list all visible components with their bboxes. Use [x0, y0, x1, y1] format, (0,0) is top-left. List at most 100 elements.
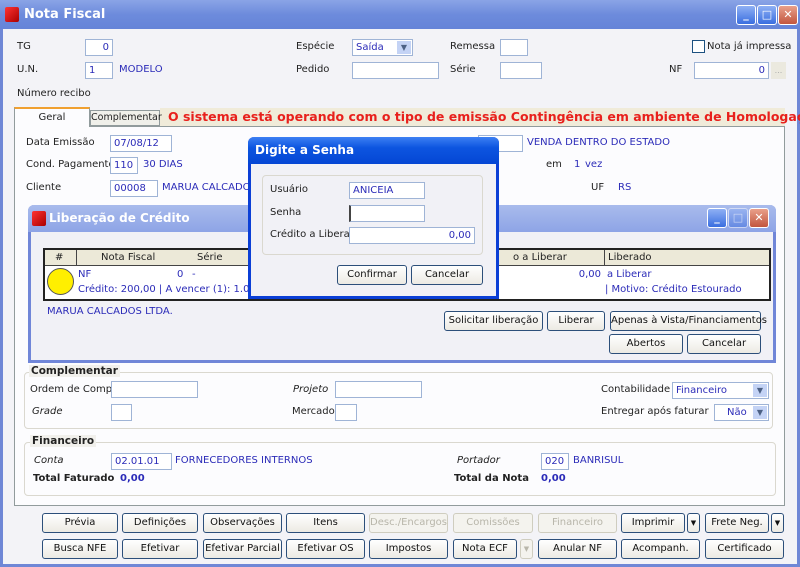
financeiro-title: Financeiro — [30, 435, 97, 447]
remessa-input[interactable] — [500, 39, 528, 56]
imprimir-dropdown-icon[interactable]: ▼ — [687, 513, 700, 533]
usuario-input[interactable]: ANICEIA — [349, 182, 425, 199]
liberacao-cancelar-button[interactable]: Cancelar — [687, 334, 761, 354]
portador-input[interactable]: 020 — [541, 453, 569, 470]
minimize-button[interactable]: _ — [736, 5, 756, 25]
frete-dropdown-icon[interactable]: ▼ — [771, 513, 784, 533]
tg-input[interactable]: 0 — [85, 39, 113, 56]
liberacao-maximize-button[interactable]: □ — [728, 208, 748, 228]
conta-name: FORNECEDORES INTERNOS — [175, 455, 313, 466]
uf-value: RS — [618, 182, 632, 193]
efetivar-parcial-button[interactable]: Efetivar Parcial — [203, 539, 282, 559]
pedido-input[interactable] — [352, 62, 439, 79]
mercado-input[interactable] — [335, 404, 357, 421]
senha-input[interactable] — [349, 205, 425, 222]
nf-lookup-button[interactable]: ... — [771, 62, 786, 79]
tab-geral[interactable]: Geral — [14, 107, 90, 127]
credito-liberar-input[interactable]: 0,00 — [349, 227, 475, 244]
senha-label: Senha — [270, 207, 302, 218]
nota-ecf-button[interactable]: Nota ECF — [453, 539, 517, 559]
imprimir-button[interactable]: Imprimir — [621, 513, 685, 533]
tg-label: TG — [17, 41, 31, 52]
contabilidade-value: Financeiro — [676, 385, 728, 396]
entregar-select[interactable]: Não ▼ — [714, 404, 769, 421]
vezes-value: 1 — [574, 159, 581, 170]
contabilidade-label: Contabilidade — [601, 384, 671, 395]
senha-title: Digite a Senha — [255, 143, 355, 157]
total-nota-value: 0,00 — [541, 473, 566, 484]
busca-nfe-button[interactable]: Busca NFE — [42, 539, 118, 559]
itens-button[interactable]: Itens — [286, 513, 365, 533]
efetivar-button[interactable]: Efetivar — [122, 539, 198, 559]
window-title: Nota Fiscal — [24, 7, 106, 22]
portador-name: BANRISUL — [573, 455, 624, 466]
col-nota-fiscal: Nota Fiscal — [101, 252, 156, 263]
contingencia-warning: O sistema está operando com o tipo de em… — [168, 109, 800, 124]
previa-button[interactable]: Prévia — [42, 513, 118, 533]
vez-label: vez — [585, 159, 603, 170]
acompanh-button[interactable]: Acompanh. — [621, 539, 700, 559]
title-bar[interactable]: Nota Fiscal _ □ ✕ — [0, 0, 800, 29]
nota-ecf-dropdown-icon[interactable]: ▼ — [520, 539, 533, 559]
un-input[interactable]: 1 — [85, 62, 113, 79]
usuario-label: Usuário — [270, 184, 309, 195]
total-nota-label: Total da Nota — [454, 473, 529, 484]
nota-impressa-label: Nota já impressa — [707, 41, 792, 52]
mercado-label: Mercado — [292, 406, 335, 417]
remessa-label: Remessa — [450, 41, 496, 52]
row-motivo: | Motivo: Crédito Estourado — [605, 284, 742, 295]
total-faturado-label: Total Faturado — [33, 473, 115, 484]
serie-input[interactable] — [500, 62, 542, 79]
grade-label: Grade — [32, 406, 63, 417]
credito-liberar-label: Crédito a Liberar — [270, 229, 354, 240]
especie-select[interactable]: Saída ▼ — [352, 39, 413, 56]
projeto-label: Projeto — [293, 384, 329, 395]
portador-label: Portador — [457, 455, 500, 466]
entregar-value: Não — [727, 407, 747, 418]
data-emissao-input[interactable]: 07/08/12 — [110, 135, 172, 152]
definicoes-button[interactable]: Definições — [122, 513, 198, 533]
impostos-button[interactable]: Impostos — [369, 539, 448, 559]
comissoes-button[interactable]: Comissões — [453, 513, 533, 533]
chevron-down-icon: ▼ — [753, 384, 767, 397]
col-serie: Série — [197, 252, 223, 263]
solicitar-liberacao-button[interactable]: Solicitar liberação — [444, 311, 543, 331]
contabilidade-select[interactable]: Financeiro ▼ — [672, 382, 769, 399]
frete-neg-button[interactable]: Frete Neg. — [705, 513, 769, 533]
maximize-button[interactable]: □ — [757, 5, 777, 25]
nf-input[interactable]: 0 — [694, 62, 769, 79]
un-label: U.N. — [17, 64, 39, 75]
financeiro-button[interactable]: Financeiro — [538, 513, 617, 533]
cliente-input[interactable]: 00008 — [110, 180, 158, 197]
liberacao-minimize-button[interactable]: _ — [707, 208, 727, 228]
apenas-vista-button[interactable]: Apenas à Vista/Financiamentos — [610, 311, 767, 331]
conta-input[interactable]: 02.01.01 — [111, 453, 172, 470]
conta-label: Conta — [34, 455, 64, 466]
cond-pagamento-input[interactable]: 110 — [110, 157, 138, 174]
cliente-label: Cliente — [26, 182, 62, 193]
especie-label: Espécie — [296, 41, 335, 52]
liberacao-cliente: MARUA CALCADOS LTDA. — [47, 306, 173, 317]
certificado-button[interactable]: Certificado — [705, 539, 784, 559]
senha-cancelar-button[interactable]: Cancelar — [411, 265, 483, 285]
efetivar-os-button[interactable]: Efetivar OS — [286, 539, 365, 559]
projeto-input[interactable] — [335, 381, 422, 398]
tab-complementar[interactable]: Complementar — [90, 110, 162, 126]
grade-input[interactable] — [111, 404, 132, 421]
cliente-name: MARUA CALCADOS — [162, 182, 257, 193]
desc-encargos-button[interactable]: Desc./Encargos — [369, 513, 448, 533]
observacoes-button[interactable]: Observações — [203, 513, 282, 533]
row-credito-info: Crédito: 200,00 | A vencer (1): 1.000, — [78, 284, 266, 295]
close-button[interactable]: ✕ — [778, 5, 798, 25]
app-icon — [5, 7, 19, 22]
senha-title-bar[interactable]: Digite a Senha — [248, 137, 499, 164]
nf-label: NF — [669, 64, 683, 75]
abertos-button[interactable]: Abertos — [609, 334, 683, 354]
liberacao-close-button[interactable]: ✕ — [749, 208, 769, 228]
confirmar-button[interactable]: Confirmar — [337, 265, 407, 285]
nota-impressa-checkbox[interactable] — [692, 40, 705, 53]
total-faturado-value: 0,00 — [120, 473, 145, 484]
ordem-compra-input[interactable] — [111, 381, 198, 398]
anular-nf-button[interactable]: Anular NF — [538, 539, 617, 559]
liberar-button[interactable]: Liberar — [547, 311, 605, 331]
